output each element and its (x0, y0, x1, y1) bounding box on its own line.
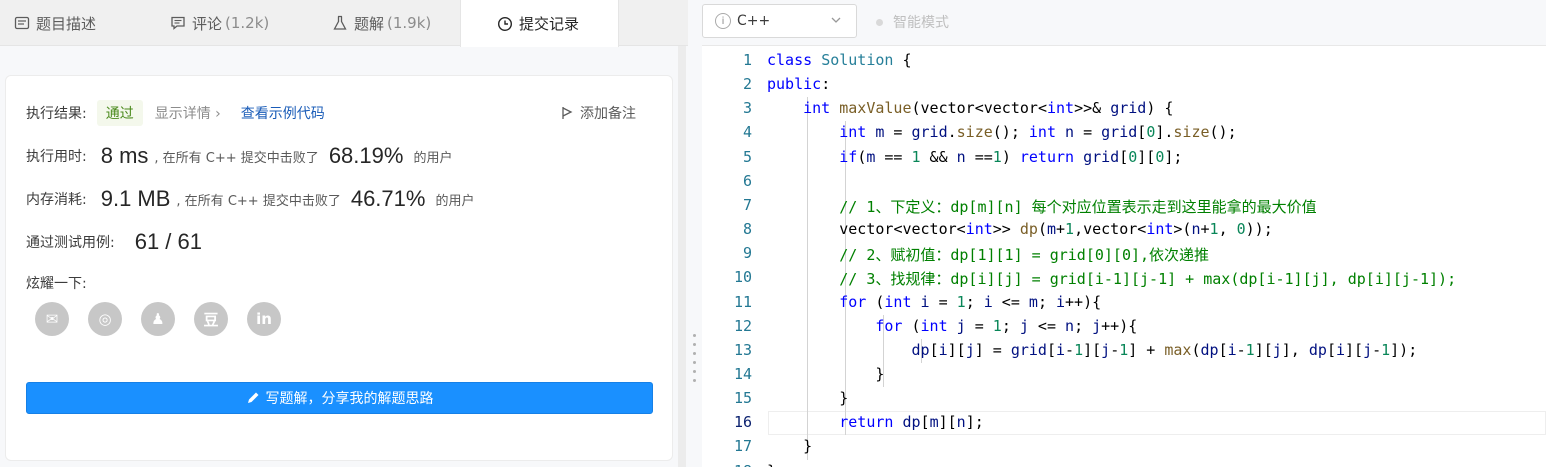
line-number: 15 (733, 389, 752, 408)
runtime-prefix: , 在所有 C++ 提交中击败了 (154, 150, 319, 166)
tab-description[interactable]: 题目描述 (14, 0, 96, 46)
code-line[interactable]: }; (767, 462, 785, 467)
line-number: 1 (742, 51, 752, 69)
code-line[interactable]: for (int i = 1; i <= m; i++){ (767, 293, 1101, 311)
wechat-icon[interactable]: ✉ (35, 302, 69, 336)
code-line[interactable]: // 1、下定义：dp[m][n] 每个对应位置表示走到这里能拿的最大价值 (767, 196, 1316, 217)
chevron-down-icon (830, 14, 842, 29)
runtime-label: 执行用时: (26, 149, 87, 165)
code-line[interactable]: for (int j = 1; j <= n; j++){ (767, 317, 1137, 335)
line-number: 7 (742, 195, 752, 214)
left-scrollbar[interactable] (678, 46, 686, 467)
add-note-button[interactable]: 添加备注 (560, 103, 636, 123)
tab-label: 题目描述 (36, 14, 97, 33)
line-number: 3 (742, 99, 752, 118)
add-note-label: 添加备注 (580, 106, 636, 122)
share-label: 炫耀一下: (26, 276, 87, 292)
smart-mode-label: 智能模式 (893, 15, 949, 31)
line-number: 14 (733, 364, 752, 383)
runtime-value: 8 ms (100, 143, 149, 168)
line-number: 8 (742, 220, 752, 239)
code-line[interactable]: } (767, 365, 884, 383)
runtime-suffix: 的用户 (413, 150, 453, 166)
tab-bar: 题目描述 评论 (1.2k) 题解 (1.9k) 提交记录 (0, 0, 688, 47)
panel-resizer[interactable] (688, 0, 702, 467)
write-solution-label: 写题解，分享我的解题思路 (265, 391, 434, 407)
code-line[interactable]: int maxValue(vector<vector<int>>& grid) … (767, 99, 1173, 117)
example-code-link[interactable]: 查看示例代码 (241, 103, 325, 123)
left-panel: 题目描述 评论 (1.2k) 题解 (1.9k) 提交记录 执行结果: 通过 显… (0, 0, 688, 467)
tab-label: 提交记录 (519, 15, 580, 33)
editor-toolbar: i C++ 智能模式 (702, 0, 1546, 46)
tab-solutions[interactable]: 题解 (1.9k) (332, 0, 431, 46)
tests-row: 通过测试用例: 61 / 61 (26, 229, 202, 255)
write-solution-button[interactable]: 写题解，分享我的解题思路 (26, 382, 653, 414)
toggle-dot-icon (876, 18, 883, 26)
line-number: 16 (733, 413, 752, 432)
weibo-icon[interactable]: ◎ (88, 302, 122, 336)
line-number: 2 (742, 75, 752, 94)
code-line[interactable]: dp[i][j] = grid[i-1][j-1] + max(dp[i-1][… (767, 341, 1418, 359)
pencil-icon (246, 391, 260, 405)
language-value: C++ (737, 13, 771, 29)
line-number: 12 (733, 316, 752, 335)
line-number: 11 (733, 292, 752, 311)
line-number: 9 (742, 244, 752, 263)
code-line[interactable]: if(m == 1 && n ==1) return grid[0][0]; (767, 148, 1182, 166)
line-number: 13 (733, 340, 752, 359)
status-badge: 通过 (96, 100, 143, 126)
qq-icon[interactable]: ♟ (141, 302, 175, 336)
document-icon (14, 15, 30, 31)
douban-icon[interactable]: 豆 (194, 302, 228, 336)
memory-suffix: 的用户 (435, 193, 475, 209)
code-line[interactable]: // 2、赋初值：dp[1][1] = grid[0][0],依次递推 (767, 244, 1209, 265)
tests-value: 61 / 61 (134, 229, 202, 254)
comment-icon (170, 15, 186, 31)
tests-label: 通过测试用例: (26, 235, 115, 251)
memory-row: 内存消耗: 9.1 MB , 在所有 C++ 提交中击败了 46.71% 的用户 (26, 186, 474, 212)
linkedin-icon[interactable]: in (247, 302, 281, 336)
line-number: 4 (742, 123, 752, 142)
runtime-percent: 68.19% (328, 143, 404, 168)
memory-label: 内存消耗: (26, 192, 87, 208)
code-line[interactable]: public: (767, 75, 830, 93)
tab-submissions[interactable]: 提交记录 (460, 0, 619, 47)
social-share-group: ✉ ◎ ♟ 豆 in (35, 302, 300, 336)
memory-value: 9.1 MB (100, 186, 171, 211)
flag-icon (560, 106, 574, 120)
tab-comments[interactable]: 评论 (1.2k) (170, 0, 269, 46)
tab-count: (1.9k) (387, 14, 432, 32)
smart-mode-toggle[interactable]: 智能模式 (876, 12, 949, 32)
clock-icon (497, 16, 513, 32)
flask-icon (332, 15, 348, 31)
runtime-row: 执行用时: 8 ms , 在所有 C++ 提交中击败了 68.19% 的用户 (26, 143, 452, 169)
code-line[interactable]: int m = grid.size(); int n = grid[0].siz… (767, 123, 1236, 141)
code-line[interactable]: class Solution { (767, 51, 912, 69)
line-number: 10 (733, 268, 752, 287)
code-line[interactable]: return dp[m][n]; (767, 413, 984, 431)
code-line[interactable]: // 3、找规律：dp[i][j] = grid[i-1][j-1] + max… (767, 268, 1456, 289)
drag-handle-icon (693, 334, 697, 392)
code-editor[interactable]: 1 class Solution { 2 public: 3 int maxValue(… (702, 48, 1546, 467)
memory-percent: 46.71% (350, 186, 426, 211)
show-details-link[interactable]: 显示详情 › (155, 103, 221, 123)
code-line[interactable]: } (767, 437, 812, 455)
code-line[interactable]: } (767, 389, 848, 407)
line-number: 17 (733, 437, 752, 456)
submission-card: 执行结果: 通过 显示详情 › 查看示例代码 添加备注 执行用时: 8 ms ,… (5, 75, 673, 461)
line-number: 6 (742, 171, 752, 190)
line-number: 18 (702, 462, 752, 467)
result-row: 执行结果: 通过 显示详情 › 查看示例代码 (26, 100, 325, 126)
tab-label: 题解 (354, 14, 385, 33)
result-label: 执行结果: (26, 106, 87, 122)
memory-prefix: , 在所有 C++ 提交中击败了 (176, 193, 341, 209)
editor-panel: i C++ 智能模式 1 class Solution { 2 public: 3 in… (702, 0, 1546, 467)
language-select[interactable]: i C++ (702, 4, 857, 38)
tab-label: 评论 (192, 14, 223, 33)
info-icon: i (715, 13, 731, 29)
code-line[interactable]: vector<vector<int>> dp(m+1,vector<int>(n… (767, 220, 1273, 238)
line-number: 5 (742, 147, 752, 166)
tab-count: (1.2k) (225, 14, 270, 32)
